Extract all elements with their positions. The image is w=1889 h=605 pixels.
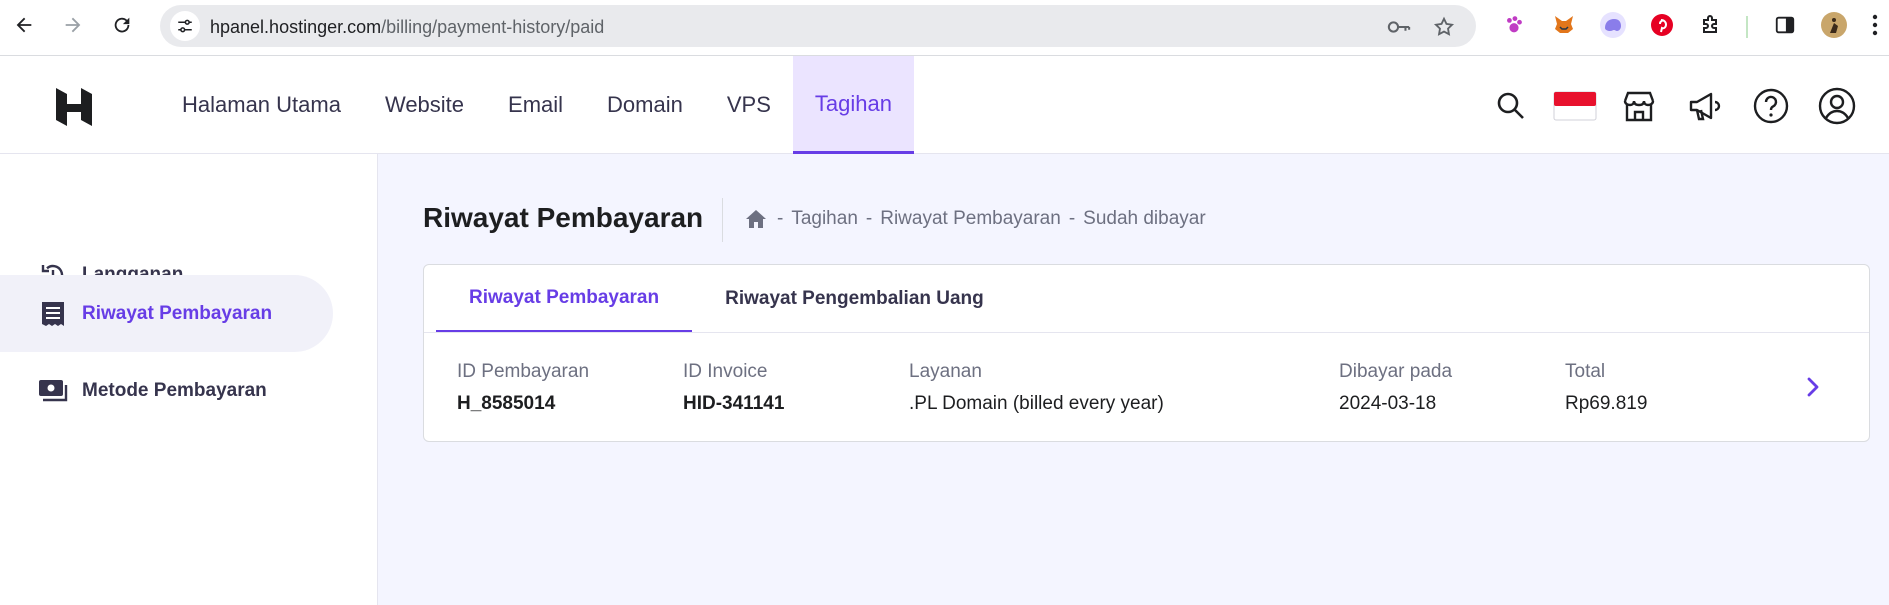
tab-riwayat-pengembalian-uang[interactable]: Riwayat Pengembalian Uang: [692, 265, 1017, 333]
sidebar-item-label: Riwayat Pembayaran: [82, 302, 273, 324]
arrow-right-icon: [65, 17, 81, 33]
bookmark-star-icon[interactable]: [1432, 15, 1456, 39]
service-cell: Layanan .PL Domain (billed every year): [909, 361, 1164, 415]
account-user-icon[interactable]: [1817, 86, 1857, 126]
column-header: Layanan: [909, 361, 982, 382]
url-text: hpanel.hostinger.com/billing/payment-his…: [210, 17, 604, 38]
nav-item-email[interactable]: Email: [486, 56, 585, 154]
nav-item-tagihan[interactable]: Tagihan: [792, 56, 914, 154]
payment-history-card: Riwayat Pembayaran Riwayat Pengembalian …: [423, 264, 1870, 442]
back-button[interactable]: [9, 10, 39, 40]
breadcrumb: - Tagihan - Riwayat Pembayaran - Sudah d…: [745, 208, 1206, 230]
chevron-right-icon[interactable]: [1803, 375, 1823, 399]
browser-menu-icon[interactable]: [1868, 11, 1882, 39]
address-bar[interactable]: hpanel.hostinger.com/billing/payment-his…: [160, 5, 1476, 47]
url-host: hpanel.hostinger.com: [210, 17, 382, 37]
invoice-cell: ID Invoice HID-341141: [683, 361, 784, 415]
pinterest-icon[interactable]: [1648, 11, 1676, 39]
password-key-icon[interactable]: [1387, 15, 1411, 39]
payment-id-value: H_8585014: [457, 393, 556, 414]
tune-icon: [178, 19, 192, 33]
side-panel-icon[interactable]: [1771, 11, 1799, 39]
tab-riwayat-pembayaran[interactable]: Riwayat Pembayaran: [436, 265, 693, 333]
table-row[interactable]: ID Pembayaran H_8585014 ID Invoice HID-3…: [424, 333, 1869, 443]
browser-toolbar: hpanel.hostinger.com/billing/payment-his…: [0, 0, 1889, 56]
search-icon[interactable]: [1491, 86, 1531, 126]
total-cell: Total Rp69.819: [1565, 361, 1647, 415]
sidebar-item-riwayat-pembayaran[interactable]: Riwayat Pembayaran: [0, 275, 333, 352]
store-icon[interactable]: [1619, 86, 1659, 126]
breadcrumb-item[interactable]: Riwayat Pembayaran: [880, 208, 1061, 230]
column-header: ID Pembayaran: [457, 361, 590, 382]
profile-avatar[interactable]: [1820, 11, 1848, 39]
receipt-icon: [38, 299, 68, 329]
nav-item-vps[interactable]: VPS: [705, 56, 793, 154]
extension-paw-icon[interactable]: [1500, 11, 1528, 39]
help-icon[interactable]: [1751, 86, 1791, 126]
top-navigation: Halaman Utama Website Email Domain VPS T…: [160, 56, 914, 154]
nav-item-halaman-utama[interactable]: Halaman Utama: [160, 56, 363, 154]
sidebar: Langganan Riwayat Pembayaran Metode Pemb…: [0, 154, 378, 605]
service-value: .PL Domain (billed every year): [909, 393, 1164, 414]
invoice-value: HID-341141: [683, 393, 785, 414]
reload-button[interactable]: [107, 10, 137, 40]
app-header: Halaman Utama Website Email Domain VPS T…: [0, 56, 1889, 154]
payment-method-icon: [38, 376, 68, 406]
megaphone-icon[interactable]: [1685, 86, 1725, 126]
sidebar-item-label: Metode Pembayaran: [82, 379, 267, 401]
breadcrumb-separator: -: [865, 208, 873, 229]
title-divider: [722, 198, 723, 242]
arrow-left-icon: [16, 17, 32, 33]
nav-item-domain[interactable]: Domain: [585, 56, 705, 154]
extensions-puzzle-icon[interactable]: [1697, 11, 1725, 39]
total-value: Rp69.819: [1565, 393, 1648, 414]
column-header: Total: [1565, 361, 1606, 382]
breadcrumb-separator: -: [1068, 208, 1076, 229]
url-path: /billing/payment-history/paid: [381, 17, 605, 37]
breadcrumb-item[interactable]: Tagihan: [791, 208, 858, 230]
home-icon[interactable]: [745, 208, 769, 230]
ghost-extension-icon[interactable]: [1599, 11, 1627, 39]
metamask-fox-icon[interactable]: [1550, 11, 1578, 39]
reload-icon: [114, 17, 130, 33]
hostinger-logo-icon[interactable]: [54, 86, 98, 130]
forward-button[interactable]: [58, 10, 88, 40]
column-header: ID Invoice: [683, 361, 768, 382]
page-title: Riwayat Pembayaran: [423, 202, 704, 233]
tab-bar: Riwayat Pembayaran Riwayat Pengembalian …: [436, 265, 1017, 333]
breadcrumb-separator: -: [777, 208, 784, 229]
nav-item-website[interactable]: Website: [363, 56, 486, 154]
breadcrumb-item-current: Sudah dibayar: [1083, 208, 1206, 229]
paid-at-cell: Dibayar pada 2024-03-18: [1339, 361, 1452, 415]
toolbar-divider: [1746, 16, 1748, 38]
column-header: Dibayar pada: [1339, 361, 1453, 382]
paid-at-value: 2024-03-18: [1339, 393, 1437, 414]
payment-id-cell: ID Pembayaran H_8585014: [457, 361, 589, 415]
language-flag-icon[interactable]: [1553, 86, 1597, 126]
sidebar-item-metode-pembayaran[interactable]: Metode Pembayaran: [0, 352, 333, 429]
site-info-button[interactable]: [170, 11, 200, 41]
